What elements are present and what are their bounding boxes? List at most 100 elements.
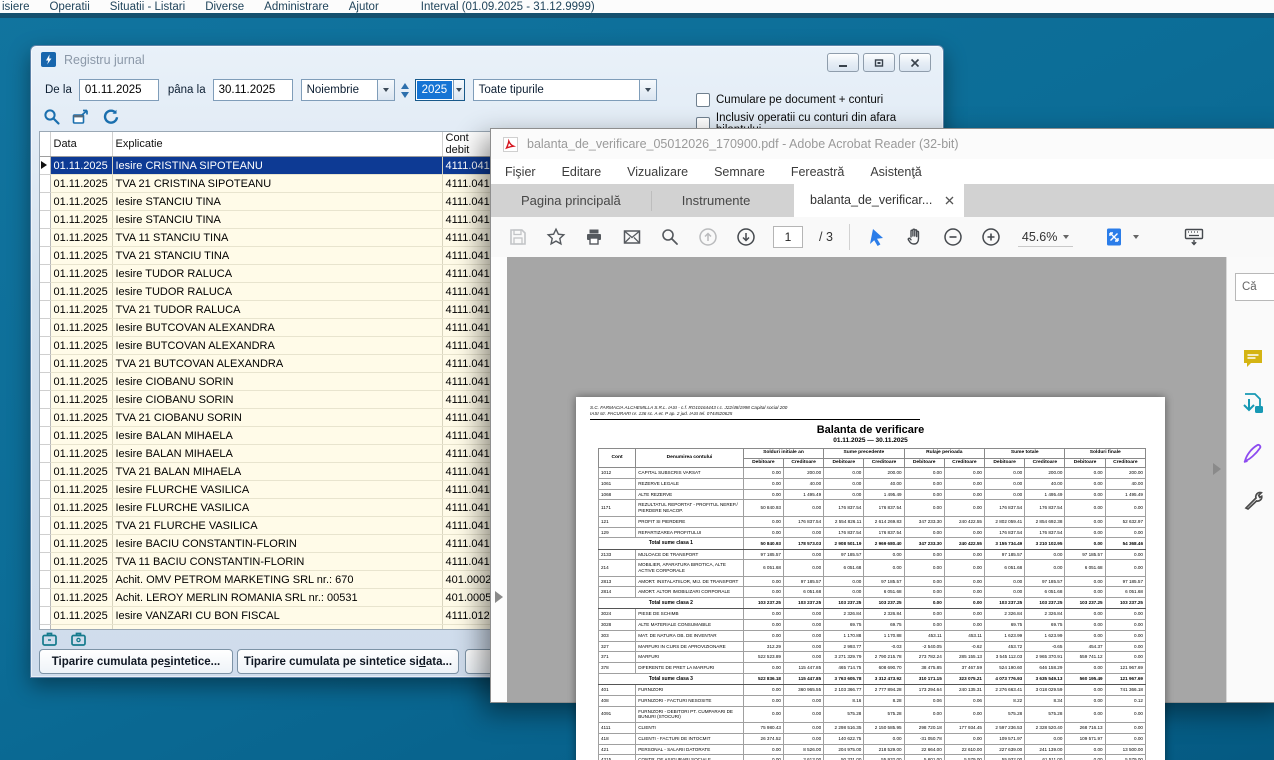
comment-icon[interactable] [1241, 346, 1265, 370]
row-selector [40, 571, 50, 589]
tab-document[interactable]: balanta_de_verificar... [794, 184, 964, 217]
table-row[interactable]: 01.11.2025Iesire FLURCHE VASILICA4111.04… [40, 481, 498, 499]
more-tools-icon[interactable] [1241, 489, 1265, 513]
acrobat-menubar: Fişier Editare Vizualizare Semnare Ferea… [491, 159, 1274, 184]
menu-ajutor[interactable]: Ajutor [349, 1, 379, 13]
tab-home[interactable]: Pagina principală [491, 184, 651, 217]
tools-search-input[interactable]: Că [1235, 273, 1274, 301]
table-row[interactable]: 01.11.2025Iesire TUDOR RALUCA4111.0416 [40, 283, 498, 301]
refresh-icon[interactable] [102, 108, 120, 131]
select-tool-icon[interactable] [866, 226, 888, 248]
fit-page-icon[interactable] [1103, 226, 1125, 248]
table-row[interactable]: 01.11.2025Iesire FLURCHE VASILICA4111.04… [40, 499, 498, 517]
table-row[interactable]: 01.11.2025TVA 11 BACIU CONSTANTIN-FLORIN… [40, 553, 498, 571]
menu-asistenta[interactable]: Asistenţă [870, 165, 921, 179]
menu-fereastra[interactable]: Fereastră [791, 165, 845, 179]
menu-editare[interactable]: Editare [562, 165, 602, 179]
table-row[interactable]: 01.11.2025Iesire VANZARI CU BON FISCAL41… [40, 607, 498, 625]
tiparire-sintetice-data-button[interactable]: Tiparire cumulata pe sintetice si data..… [237, 649, 459, 674]
page-number-input[interactable]: 1 [773, 226, 803, 248]
table-row[interactable]: 01.11.2025Achit. OMV PETROM MARKETING SR… [40, 571, 498, 589]
table-row[interactable]: 01.11.2025TVA 21 CRISTINA SIPOTEANU4111.… [40, 175, 498, 193]
checkbox-icon[interactable] [696, 93, 710, 107]
spinner-down-icon[interactable] [401, 92, 409, 98]
year-dropdown-icon[interactable] [453, 80, 463, 100]
spinner-up-icon[interactable] [401, 83, 409, 89]
type-dropdown-icon[interactable] [639, 80, 656, 100]
menu-situatii-listari[interactable]: Situatii - Listari [110, 1, 185, 13]
search-icon[interactable] [43, 108, 61, 131]
month-select[interactable]: Noiembrie [301, 79, 395, 101]
table-row[interactable]: 01.11.2025Iesire BALAN MIHAELA4111.0416 [40, 427, 498, 445]
pdf-total-row: Total sume clasa 2103 237.25103 237.2510… [599, 598, 1146, 609]
menu-fisier[interactable]: Fişier [505, 165, 536, 179]
expand-nav-panel-icon[interactable] [495, 591, 503, 603]
from-date-input[interactable]: 01.11.2025 [79, 79, 159, 101]
hand-tool-icon[interactable] [904, 226, 926, 248]
month-dropdown-icon[interactable] [377, 80, 394, 100]
zoom-level-select[interactable]: 45.6% [1018, 228, 1073, 247]
save-icon[interactable] [507, 226, 529, 248]
table-row[interactable]: 01.11.2025Iesire BUTCOVAN ALEXANDRA4111.… [40, 337, 498, 355]
table-row[interactable]: 01.11.2025TVA 11 STANCIU TINA4111.0418 [40, 229, 498, 247]
page-up-icon[interactable] [697, 226, 719, 248]
menu-operatii[interactable]: Operatii [49, 1, 89, 13]
page-down-icon[interactable] [735, 226, 757, 248]
menu-administrare[interactable]: Administrare [264, 1, 329, 13]
restore-button[interactable] [863, 53, 895, 72]
menu-diverse[interactable]: Diverse [205, 1, 244, 13]
export-icon[interactable] [72, 108, 91, 131]
journal-toolbar [43, 108, 120, 131]
menu-semnare[interactable]: Semnare [714, 165, 765, 179]
table-row[interactable]: 01.11.2025Iesire VANZARI CU BON FISCAL41… [40, 625, 498, 631]
menu-fisiere[interactable]: isiere [2, 1, 29, 13]
table-row[interactable]: 01.11.2025TVA 21 FLURCHE VASILICA4111.04… [40, 517, 498, 535]
zoom-out-icon[interactable] [942, 226, 964, 248]
fit-dropdown-icon[interactable] [1133, 235, 1139, 239]
email-icon[interactable] [621, 226, 643, 248]
find-icon[interactable] [659, 226, 681, 248]
zoom-in-icon[interactable] [980, 226, 1002, 248]
expand-tools-panel-icon[interactable] [1213, 463, 1221, 475]
pdf-row: 2813AMORT. INSTALATIILOR, MIJ. DE TRANSP… [599, 576, 1146, 587]
document-area[interactable]: S.C. FARMACIA ALCHEMILLA S.R.L. IASI - c… [507, 257, 1226, 702]
pdf-row: 121PROFIT SI PIERDERE0.00176 837.542 554… [599, 516, 1146, 527]
menu-interval[interactable]: Interval (01.09.2025 - 31.12.9999) [421, 1, 595, 13]
col-data[interactable]: Data [50, 132, 112, 157]
menu-vizualizare[interactable]: Vizualizare [627, 165, 688, 179]
table-row[interactable]: 01.11.2025Iesire STANCIU TINA4111.0418 [40, 211, 498, 229]
pdf-row: 1068ALTE REZERVE0.001 495.490.001 495.49… [599, 489, 1146, 500]
year-select[interactable]: 2025 [415, 79, 465, 101]
table-row[interactable]: 01.11.2025TVA 21 STANCIU TINA4111.0418 [40, 247, 498, 265]
table-row[interactable]: 01.11.2025Iesire BALAN MIHAELA4111.0416 [40, 445, 498, 463]
tiparire-sintetice-button[interactable]: Tiparire cumulata pe sintetice... [39, 649, 233, 674]
table-row[interactable]: 01.11.2025Iesire CRISTINA SIPOTEANU4111.… [40, 157, 498, 175]
table-row[interactable]: 01.11.2025Iesire TUDOR RALUCA4111.0416 [40, 265, 498, 283]
fill-sign-icon[interactable] [1241, 441, 1265, 465]
touch-mode-icon[interactable] [1183, 226, 1205, 248]
table-row[interactable]: 01.11.2025Iesire BUTCOVAN ALEXANDRA4111.… [40, 319, 498, 337]
to-date-input[interactable]: 30.11.2025 [213, 79, 293, 101]
table-row[interactable]: 01.11.2025Iesire BACIU CONSTANTIN-FLORIN… [40, 535, 498, 553]
tab-close-icon[interactable] [945, 196, 954, 205]
table-row[interactable]: 01.11.2025TVA 21 BUTCOVAN ALEXANDRA4111.… [40, 355, 498, 373]
close-button[interactable] [899, 53, 931, 72]
minimize-button[interactable] [827, 53, 859, 72]
checkbox-cumulare[interactable]: Cumulare pe document + conturi [696, 93, 943, 107]
export-pdf-icon[interactable] [1241, 391, 1265, 415]
col-explicatie[interactable]: Explicatie [112, 132, 442, 157]
tab-tools[interactable]: Instrumente [652, 184, 781, 217]
pdf-period: 01.11.2025 — 30.11.2025 [576, 437, 1165, 444]
table-row[interactable]: 01.11.2025TVA 21 TUDOR RALUCA4111.0416 [40, 301, 498, 319]
print-icon[interactable] [583, 226, 605, 248]
zoom-dropdown-icon[interactable] [1063, 235, 1069, 239]
star-icon[interactable] [545, 226, 567, 248]
table-row[interactable]: 01.11.2025Iesire STANCIU TINA4111.0418 [40, 193, 498, 211]
table-row[interactable]: 01.11.2025Iesire CIOBANU SORIN4111.0418 [40, 373, 498, 391]
table-row[interactable]: 01.11.2025TVA 21 CIOBANU SORIN4111.0418 [40, 409, 498, 427]
table-row[interactable]: 01.11.2025Achit. LEROY MERLIN ROMANIA SR… [40, 589, 498, 607]
table-row[interactable]: 01.11.2025Iesire CIOBANU SORIN4111.0418 [40, 391, 498, 409]
type-select[interactable]: Toate tipurile [473, 79, 657, 101]
year-spinner[interactable] [401, 83, 409, 98]
table-row[interactable]: 01.11.2025TVA 21 BALAN MIHAELA4111.0416 [40, 463, 498, 481]
